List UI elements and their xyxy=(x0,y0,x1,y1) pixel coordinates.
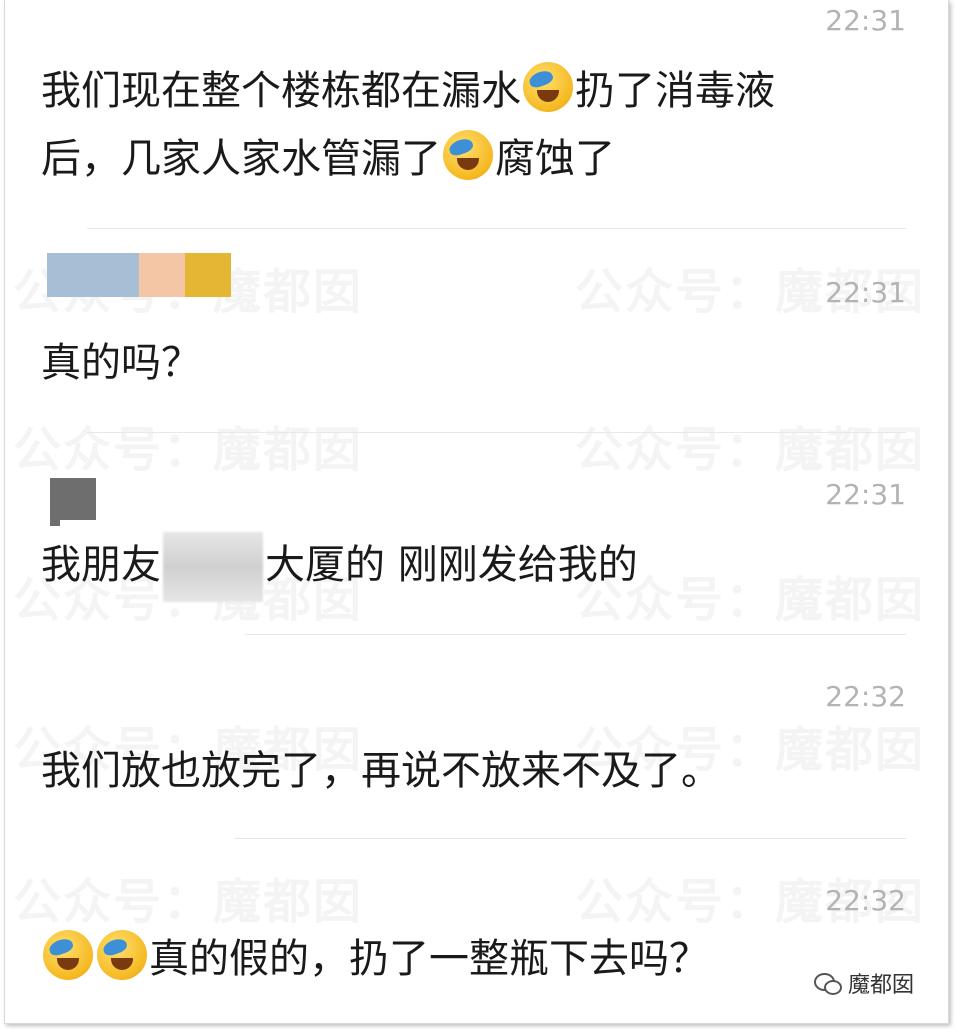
message-text: 我朋友 大厦的 刚刚发给我的 xyxy=(41,532,638,602)
message-text-part: 真的假的，扔了一整瓶下去吗？ xyxy=(149,936,709,982)
message-text-part: 大厦的 刚刚发给我的 xyxy=(265,542,638,588)
message-divider xyxy=(245,634,906,635)
watermark: 公众号：魔都囡 xyxy=(13,862,363,932)
message-timestamp: 22:32 xyxy=(825,884,906,917)
avatar-stripe xyxy=(139,253,185,297)
message-timestamp: 22:31 xyxy=(825,4,906,37)
redacted-blur xyxy=(163,532,263,602)
message-text-part: 我们现在整个楼栋都在漏水 xyxy=(41,68,521,114)
face-with-tears-of-joy-icon xyxy=(43,930,93,980)
message-divider xyxy=(235,838,906,839)
message-timestamp: 22:31 xyxy=(825,276,906,309)
message-divider xyxy=(87,432,906,433)
chat-screenshot: 公众号：魔都囡 公众号：魔都囡 公众号：魔都囡 公众号：魔都囡 公众号：魔都囡 … xyxy=(4,0,949,1024)
watermark: 公众号：魔都囡 xyxy=(575,410,925,480)
message-text: 真的吗？ xyxy=(41,340,201,386)
wechat-icon xyxy=(813,973,842,995)
message-text-part: 扔了消毒液 xyxy=(575,68,775,114)
message-timestamp: 22:32 xyxy=(825,680,906,713)
avatar[interactable] xyxy=(50,478,96,526)
avatar-stripe xyxy=(47,253,139,297)
message-text: 我们现在整个楼栋都在漏水 扔了消毒液 xyxy=(41,58,775,124)
footer-logo: 魔都囡 xyxy=(813,967,914,999)
message-text: 真的假的，扔了一整瓶下去吗？ xyxy=(41,926,709,992)
avatar[interactable] xyxy=(47,253,231,297)
face-with-tears-of-joy-icon xyxy=(443,130,493,180)
message-text-part: 后，几家人家水管漏了 xyxy=(41,136,441,182)
message-timestamp: 22:31 xyxy=(825,478,906,511)
face-with-tears-of-joy-icon xyxy=(523,62,573,112)
message-divider xyxy=(87,228,906,229)
message-text: 后，几家人家水管漏了 腐蚀了 xyxy=(41,126,615,192)
message-text-part: 腐蚀了 xyxy=(495,136,615,182)
footer-logo-text: 魔都囡 xyxy=(847,973,914,998)
watermark: 公众号：魔都囡 xyxy=(13,410,363,480)
message-text-part: 我朋友 xyxy=(41,542,161,588)
message-text: 我们放也放完了，再说不放来不及了。 xyxy=(41,748,721,794)
face-with-tears-of-joy-icon xyxy=(97,930,147,980)
avatar-stripe xyxy=(185,253,231,297)
